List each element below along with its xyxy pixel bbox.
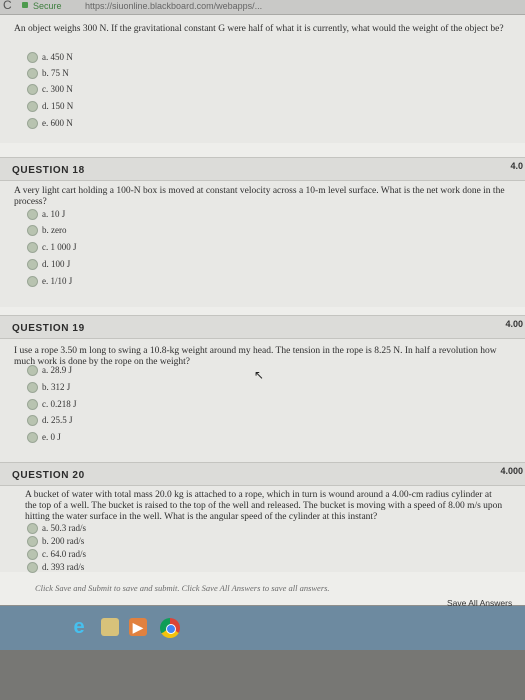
option-e[interactable]: e. 1/10 J (27, 276, 72, 288)
option-b[interactable]: b. 75 N (27, 68, 69, 80)
radio-icon[interactable] (27, 101, 38, 113)
radio-icon[interactable] (27, 562, 38, 574)
question-20: QUESTION 20 4.000 A bucket of water with… (0, 462, 525, 574)
radio-icon[interactable] (27, 209, 38, 221)
radio-icon[interactable] (27, 84, 38, 96)
option-e[interactable]: e. 600 N (27, 118, 73, 130)
option-a[interactable]: a. 10 J (27, 209, 65, 221)
question-title: QUESTION 18 (12, 165, 85, 176)
question-header: QUESTION 19 4.00 (0, 315, 525, 339)
question-title: QUESTION 19 (12, 323, 85, 334)
radio-icon[interactable] (27, 68, 38, 80)
lock-icon (22, 2, 28, 8)
question-17: An object weighs 300 N. If the gravitati… (0, 15, 525, 143)
question-points: 4.0 (510, 161, 523, 171)
radio-icon[interactable] (27, 118, 38, 130)
option-d[interactable]: d. 25.5 J (27, 415, 73, 427)
footer-note: Click Save and Submit to save and submit… (35, 583, 330, 593)
windows-taskbar: e ▶ (0, 606, 525, 650)
quiz-page: An object weighs 300 N. If the gravitati… (0, 15, 525, 608)
secure-label: Secure (33, 1, 62, 11)
radio-icon[interactable] (27, 432, 38, 444)
option-b[interactable]: b. 312 J (27, 382, 70, 394)
option-a[interactable]: a. 50.3 rad/s (27, 523, 86, 535)
radio-icon[interactable] (27, 536, 38, 548)
option-e[interactable]: e. 0 J (27, 432, 61, 444)
radio-icon[interactable] (27, 365, 38, 377)
question-title: QUESTION 20 (12, 470, 85, 481)
question-text: A very light cart holding a 100-N box is… (14, 186, 505, 207)
browser-address-bar[interactable]: C Secure https://siuonline.blackboard.co… (0, 0, 525, 15)
question-text: An object weighs 300 N. If the gravitati… (14, 24, 504, 34)
media-player-icon[interactable]: ▶ (129, 618, 147, 636)
option-d[interactable]: d. 100 J (27, 259, 70, 271)
question-text: I use a rope 3.50 m long to swing a 10.8… (14, 346, 497, 367)
option-c[interactable]: c. 1 000 J (27, 242, 77, 254)
question-points: 4.00 (505, 319, 523, 329)
question-19: QUESTION 19 4.00 I use a rope 3.50 m lon… (0, 315, 525, 465)
file-explorer-icon[interactable] (101, 618, 119, 636)
option-b[interactable]: b. zero (27, 225, 67, 237)
radio-icon[interactable] (27, 399, 38, 411)
option-c[interactable]: c. 0.218 J (27, 399, 77, 411)
question-header: QUESTION 20 4.000 (0, 462, 525, 486)
option-c[interactable]: c. 300 N (27, 84, 73, 96)
question-points: 4.000 (500, 466, 523, 476)
radio-icon[interactable] (27, 242, 38, 254)
question-18: QUESTION 18 4.0 A very light cart holdin… (0, 157, 525, 307)
option-a[interactable]: a. 450 N (27, 52, 73, 64)
radio-icon[interactable] (27, 523, 38, 535)
option-d[interactable]: d. 393 rad/s (27, 562, 84, 574)
radio-icon[interactable] (27, 259, 38, 271)
internet-explorer-icon[interactable]: e (70, 617, 88, 637)
radio-icon[interactable] (27, 225, 38, 237)
radio-icon[interactable] (27, 52, 38, 64)
option-b[interactable]: b. 200 rad/s (27, 536, 84, 548)
radio-icon[interactable] (27, 415, 38, 427)
radio-icon[interactable] (27, 382, 38, 394)
url-text[interactable]: https://siuonline.blackboard.com/webapps… (85, 1, 262, 11)
option-c[interactable]: c. 64.0 rad/s (27, 549, 86, 561)
mouse-cursor-icon: ↖ (254, 368, 265, 382)
radio-icon[interactable] (27, 276, 38, 288)
chrome-icon[interactable] (160, 618, 180, 638)
reload-icon[interactable]: C (3, 0, 12, 12)
option-a[interactable]: a. 28.9 J (27, 365, 72, 377)
radio-icon[interactable] (27, 549, 38, 561)
question-text: A bucket of water with total mass 20.0 k… (25, 490, 503, 522)
option-d[interactable]: d. 150 N (27, 101, 73, 113)
desk-surface (0, 650, 525, 700)
question-header: QUESTION 18 4.0 (0, 157, 525, 181)
